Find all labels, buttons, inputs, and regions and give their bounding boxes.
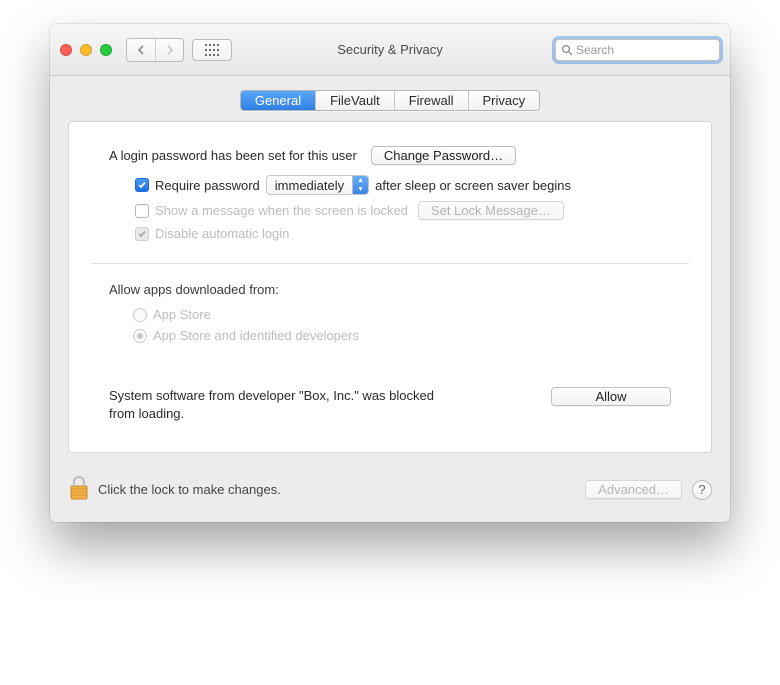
show-message-checkbox[interactable] [135,204,149,218]
window-title: Security & Privacy [337,42,442,57]
change-password-button[interactable]: Change Password… [371,146,516,165]
tab-privacy[interactable]: Privacy [468,91,540,110]
show-message-label: Show a message when the screen is locked [155,203,408,218]
allow-button[interactable]: Allow [551,387,671,406]
disable-auto-login-label: Disable automatic login [155,226,289,241]
blocked-software-row: System software from developer "Box, Inc… [109,387,671,422]
titlebar: Security & Privacy [50,24,730,76]
preferences-window: Security & Privacy General FileVault Fir… [50,24,730,522]
blocked-message: System software from developer "Box, Inc… [109,387,449,422]
zoom-icon[interactable] [100,44,112,56]
minimize-icon[interactable] [80,44,92,56]
select-stepper-icon: ▲▼ [352,176,368,194]
search-field[interactable] [555,39,720,61]
tab-segmented-control: General FileVault Firewall Privacy [240,90,540,111]
radio-app-store [133,308,147,322]
forward-button[interactable] [155,39,183,61]
tab-firewall[interactable]: Firewall [394,91,468,110]
grid-icon [205,44,219,56]
password-delay-value: immediately [267,178,352,193]
section-divider [91,263,689,264]
advanced-button: Advanced… [585,480,682,499]
set-lock-message-button: Set Lock Message… [418,201,564,220]
password-delay-select[interactable]: immediately ▲▼ [266,175,369,195]
password-set-label: A login password has been set for this u… [109,148,357,163]
close-icon[interactable] [60,44,72,56]
require-password-label: Require password [155,178,260,193]
radio-identified-label: App Store and identified developers [153,328,359,343]
search-icon [561,44,573,56]
after-sleep-label: after sleep or screen saver begins [375,178,571,193]
tab-general[interactable]: General [241,91,315,110]
content-panel: A login password has been set for this u… [68,121,712,453]
login-section: A login password has been set for this u… [69,126,711,241]
lock-hint-text: Click the lock to make changes. [98,482,281,497]
footer: Click the lock to make changes. Advanced… [50,467,730,522]
radio-identified-developers [133,329,147,343]
radio-app-store-label: App Store [153,307,211,322]
gatekeeper-section: Allow apps downloaded from: App Store Ap… [69,282,711,422]
help-button[interactable]: ? [692,480,712,500]
show-all-button[interactable] [192,39,232,61]
disable-auto-login-checkbox [135,227,149,241]
tab-filevault[interactable]: FileVault [315,91,394,110]
window-controls [60,44,112,56]
lock-icon[interactable] [68,475,90,504]
back-button[interactable] [127,39,155,61]
search-input[interactable] [576,43,714,57]
nav-back-forward [126,38,184,62]
tab-bar: General FileVault Firewall Privacy [50,76,730,121]
gatekeeper-header: Allow apps downloaded from: [109,282,671,297]
require-password-checkbox[interactable] [135,178,149,192]
